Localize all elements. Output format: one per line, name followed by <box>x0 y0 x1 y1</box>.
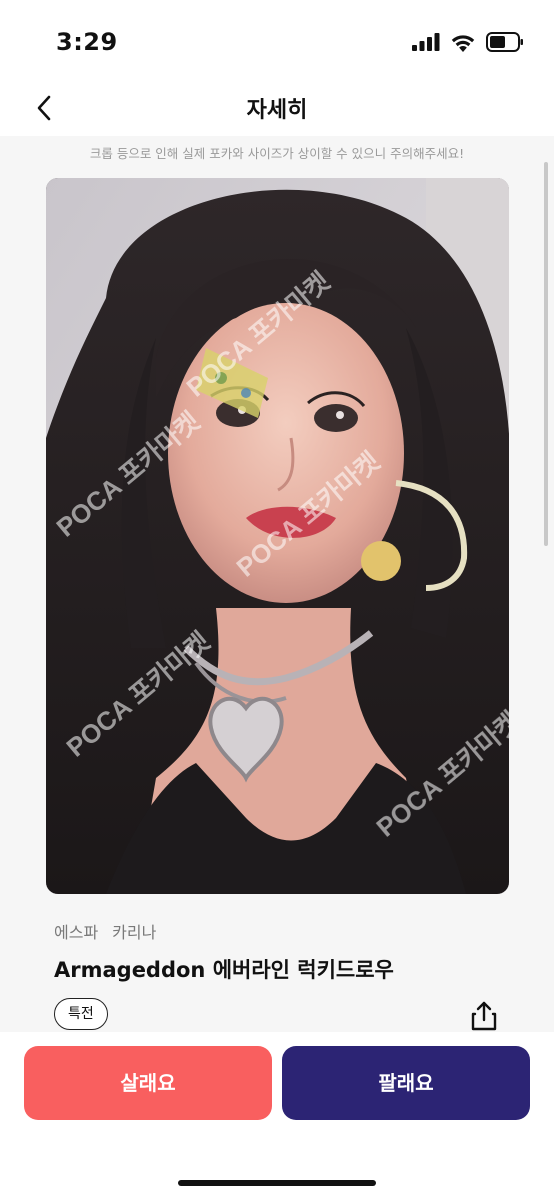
wifi-icon <box>450 33 476 56</box>
status-time: 3:29 <box>56 28 118 56</box>
nav-bar: 자세히 <box>0 80 554 136</box>
home-indicator[interactable] <box>178 1180 376 1186</box>
detail-content[interactable]: 크롭 등으로 인해 실제 포카와 사이즈가 상이할 수 있으니 주의해주세요! <box>0 136 554 1032</box>
photocard-image[interactable]: POCA 포카마켓 POCA 포카마켓 POCA 포카마켓 POCA 포카마켓 … <box>46 178 509 894</box>
scrollbar[interactable] <box>544 162 548 546</box>
detail-screen: 3:29 자세히 크롭 등으로 인해 실제 포카와 사이즈가 상이할 수 있으니… <box>0 0 554 1200</box>
bottom-action-bar: 살래요 팔래요 <box>0 1032 554 1200</box>
tag-badge: 특전 <box>54 998 108 1030</box>
item-title: Armageddon 에버라인 럭키드로우 <box>54 958 394 982</box>
share-icon <box>471 1001 497 1031</box>
battery-icon <box>486 32 524 56</box>
member-name: 카리나 <box>112 923 157 942</box>
crop-notice: 크롭 등으로 인해 실제 포카와 사이즈가 상이할 수 있으니 주의해주세요! <box>89 146 465 161</box>
artist-line: 에스파 카리나 <box>54 919 156 943</box>
status-icons <box>412 32 524 56</box>
group-name: 에스파 <box>54 923 99 942</box>
sell-button[interactable]: 팔래요 <box>282 1046 530 1120</box>
share-button[interactable] <box>468 1000 500 1032</box>
cellular-signal-icon <box>412 33 440 55</box>
status-bar: 3:29 <box>0 0 554 80</box>
buy-button[interactable]: 살래요 <box>24 1046 272 1120</box>
page-title: 자세히 <box>246 98 308 123</box>
